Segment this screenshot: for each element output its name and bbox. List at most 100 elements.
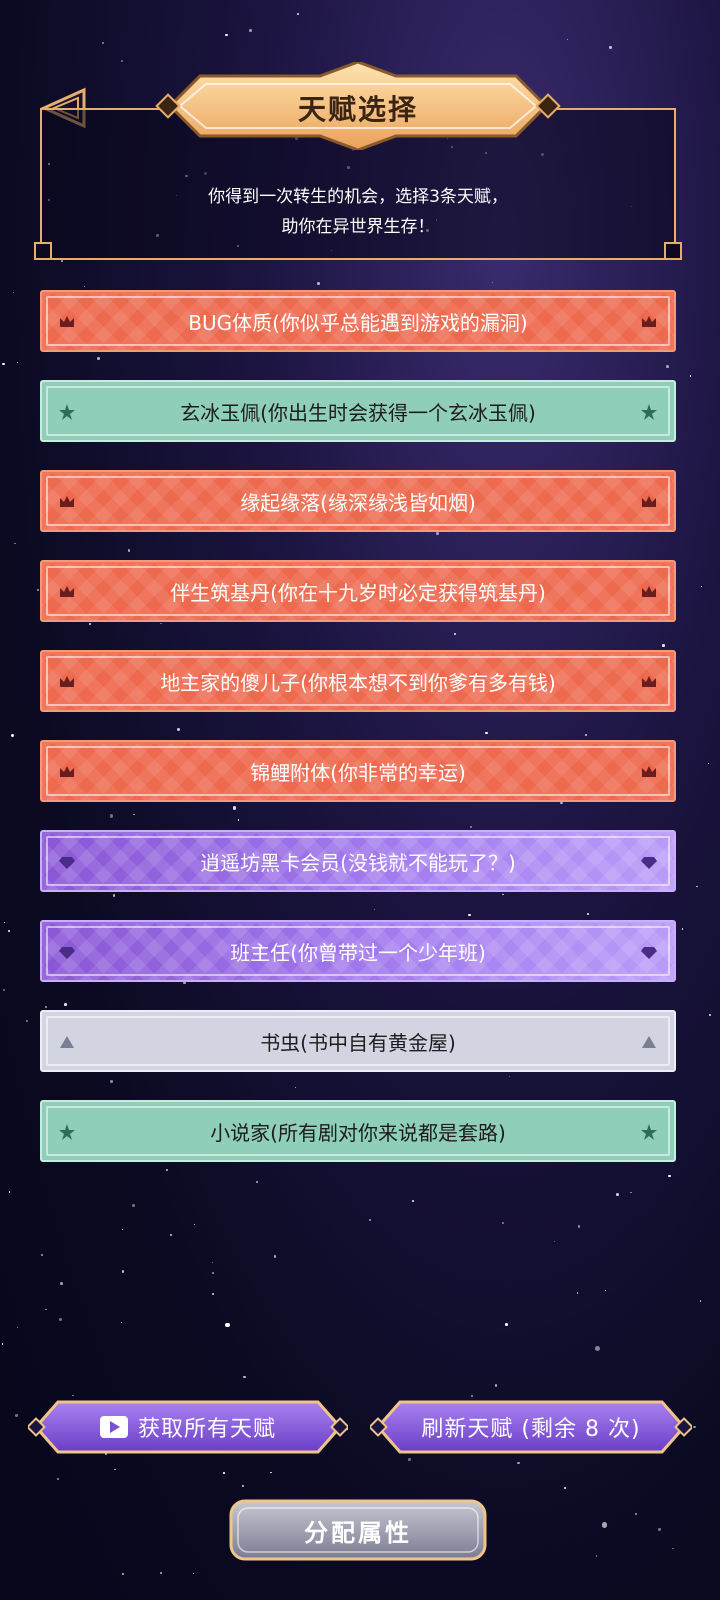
star — [616, 1192, 619, 1196]
star — [72, 1394, 74, 1396]
talent-label: 地主家的傻儿子(你根本想不到你爹有多有钱) — [160, 670, 556, 695]
title-plate: 天赋选择 — [150, 62, 566, 150]
talent-label: 逍遥坊黑卡会员(没钱就不能玩了？) — [200, 850, 516, 875]
triangle-icon — [642, 1036, 656, 1048]
crown-icon — [642, 496, 656, 507]
get-all-talents-label: 获取所有天赋 — [137, 1417, 276, 1442]
star — [505, 1323, 508, 1326]
talent-option-2[interactable]: 玄冰玉佩(你出生时会获得一个玄冰玉佩) — [40, 380, 676, 442]
talent-label: 锦鲤附体(你非常的幸运) — [250, 760, 466, 785]
star — [577, 1225, 581, 1228]
star — [601, 1522, 608, 1528]
crown-icon — [60, 586, 74, 597]
star-icon — [59, 404, 75, 420]
star — [132, 1204, 136, 1208]
star — [517, 1461, 520, 1465]
star — [102, 42, 105, 45]
star — [211, 1261, 214, 1264]
talent-label: 班主任(你曾带过一个少年班) — [230, 940, 486, 965]
star — [249, 29, 252, 32]
star — [169, 1234, 172, 1237]
star — [658, 1528, 661, 1531]
talent-label: 伴生筑基丹(你在十九岁时必定获得筑基丹) — [170, 580, 546, 605]
star — [120, 59, 124, 63]
star — [273, 1255, 277, 1258]
star — [45, 1308, 47, 1311]
star — [634, 1512, 638, 1516]
star — [412, 1199, 415, 1203]
star — [2, 1343, 4, 1345]
star — [630, 1191, 632, 1194]
talent-option-6[interactable]: 锦鲤附体(你非常的幸运) — [40, 740, 676, 802]
star — [120, 1322, 122, 1324]
star — [689, 375, 692, 377]
star — [566, 39, 568, 41]
star — [681, 928, 684, 930]
assign-attributes-label: 分配属性 — [304, 1518, 412, 1547]
get-all-talents-button[interactable]: 获取所有天赋 — [28, 1398, 348, 1456]
star — [2, 988, 5, 991]
star — [596, 1555, 598, 1557]
talent-label: 缘起缘落(缘深缘浅皆如烟) — [240, 490, 476, 515]
talent-option-7[interactable]: 逍遥坊黑卡会员(没钱就不能玩了？) — [40, 830, 676, 892]
play-video-icon — [99, 1416, 128, 1438]
star — [193, 1223, 195, 1225]
star — [707, 762, 710, 765]
star — [159, 1571, 163, 1575]
star — [25, 1019, 29, 1023]
crown-icon — [642, 766, 656, 777]
talent-option-5[interactable]: 地主家的傻儿子(你根本想不到你爹有多有钱) — [40, 650, 676, 712]
talent-option-9[interactable]: 书虫(书中自有黄金屋) — [40, 1010, 676, 1072]
crown-icon — [642, 316, 656, 327]
star — [225, 1322, 230, 1327]
star — [57, 1478, 59, 1480]
star — [211, 1292, 214, 1295]
star — [60, 260, 63, 263]
star — [605, 1289, 607, 1292]
star — [270, 1472, 272, 1474]
star — [494, 1384, 498, 1388]
star — [564, 1487, 566, 1489]
star — [296, 13, 299, 16]
talent-option-8[interactable]: 班主任(你曾带过一个少年班) — [40, 920, 676, 982]
crown-icon — [60, 316, 74, 327]
star-icon — [641, 1124, 657, 1140]
talent-label: BUG体质(你似乎总能遇到游戏的漏洞) — [188, 310, 528, 335]
diamond-icon — [59, 947, 75, 959]
star — [15, 1414, 18, 1417]
star — [693, 1425, 696, 1429]
talent-label: 小说家(所有剧对你来说都是套路) — [210, 1120, 506, 1145]
star — [696, 885, 698, 887]
talent-label: 书虫(书中自有黄金屋) — [260, 1030, 456, 1055]
star — [501, 1222, 504, 1225]
talent-option-10[interactable]: 小说家(所有剧对你来说都是套路) — [40, 1100, 676, 1162]
star — [699, 1299, 702, 1302]
page-title: 天赋选择 — [297, 93, 418, 126]
star — [41, 1254, 43, 1256]
star — [14, 542, 16, 545]
star — [3, 921, 5, 923]
diamond-icon — [641, 857, 657, 869]
talent-option-1[interactable]: BUG体质(你似乎总能遇到游戏的漏洞) — [40, 290, 676, 352]
star — [700, 586, 703, 588]
diamond-icon — [641, 947, 657, 959]
assign-attributes-button[interactable]: 分配属性 — [228, 1498, 488, 1562]
star — [121, 1573, 124, 1575]
crown-icon — [642, 676, 656, 687]
star — [84, 286, 86, 288]
talent-option-3[interactable]: 缘起缘落(缘深缘浅皆如烟) — [40, 470, 676, 532]
star — [8, 929, 11, 932]
star — [553, 1240, 555, 1242]
star — [59, 1318, 63, 1322]
star — [114, 1468, 116, 1471]
star — [609, 46, 612, 49]
star — [316, 281, 320, 285]
star-icon — [641, 404, 657, 420]
crown-icon — [60, 766, 74, 777]
refresh-talents-label: 刷新天赋 (剩余 8 次) — [421, 1417, 641, 1442]
triangle-icon — [60, 1036, 74, 1048]
star — [16, 361, 18, 363]
talent-option-4[interactable]: 伴生筑基丹(你在十九岁时必定获得筑基丹) — [40, 560, 676, 622]
refresh-talents-button[interactable]: 刷新天赋 (剩余 8 次) — [370, 1398, 692, 1456]
star — [2, 362, 5, 366]
